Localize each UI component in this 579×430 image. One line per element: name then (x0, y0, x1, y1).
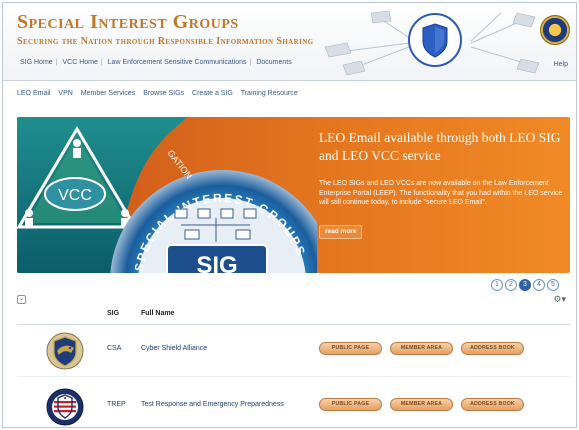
feature-banner: VCC SPECIAL INTEREST GROUPS GATION SIG (17, 117, 570, 273)
separator: | (249, 59, 252, 66)
cyber-shield-logo-icon (46, 332, 84, 370)
table-row: TREP Test Response and Emergency Prepare… (17, 381, 570, 427)
page-frame: Special Interest Groups Securing the Nat… (2, 2, 577, 428)
top-link-vcc-home[interactable]: VCC Home (59, 59, 100, 66)
nav-item-leo-email[interactable]: LEO Email (17, 90, 50, 97)
sig-full-name[interactable]: Cyber Shield Alliance (141, 345, 207, 352)
svg-text:VCC: VCC (58, 187, 92, 204)
pager-page-1[interactable]: 1 (491, 279, 503, 291)
fbi-seal-icon (540, 15, 570, 45)
gear-icon[interactable]: ⚙▾ (553, 294, 566, 305)
separator: | (55, 59, 58, 66)
nav-item-browse-sigs[interactable]: Browse SIGs (143, 90, 184, 97)
banner-body: The LEO SIGs and LEO VCCs are now availa… (319, 180, 563, 207)
svg-text:SIG: SIG (196, 252, 237, 273)
main-nav: LEO Email VPN Member Services Browse SIG… (17, 90, 304, 97)
row-divider (17, 376, 570, 377)
banner-title: LEO Email available through both LEO SIG… (319, 130, 561, 163)
public-page-button[interactable]: PUBLIC PAGE (319, 342, 382, 355)
sig-code: CSA (107, 345, 122, 352)
address-book-button[interactable]: ADDRESS BOOK (461, 398, 524, 411)
site-header: Special Interest Groups Securing the Nat… (3, 3, 576, 81)
nav-item-create-sig[interactable]: Create a SIG (192, 90, 233, 97)
separator: | (100, 59, 103, 66)
pager-page-2[interactable]: 2 (505, 279, 517, 291)
public-page-button[interactable]: PUBLIC PAGE (319, 398, 382, 411)
pager-page-4[interactable]: 4 (533, 279, 545, 291)
nav-item-member-services[interactable]: Member Services (81, 90, 135, 97)
nav-item-training-resource[interactable]: Training Resource (241, 90, 298, 97)
top-link-les-communications[interactable]: Law Enforcement Sensitive Communications (105, 59, 250, 66)
shield-logo-icon (408, 13, 462, 67)
banner-pager: 1 2 3 4 5 (491, 279, 559, 291)
nav-item-vpn[interactable]: VPN (58, 90, 72, 97)
member-area-button[interactable]: MEMBER AREA (390, 398, 453, 411)
chevron-down-icon[interactable]: ⌄ (17, 295, 26, 304)
sig-vcc-banner-art-icon: VCC SPECIAL INTEREST GROUPS GATION SIG (17, 117, 317, 273)
top-link-sig-home[interactable]: SIG Home (17, 59, 56, 66)
help-link[interactable]: Help (554, 61, 568, 68)
site-subtitle: Securing the Nation through Responsible … (17, 36, 314, 47)
table-row: CSA Cyber Shield Alliance PUBLIC PAGE ME… (17, 325, 570, 377)
pager-page-5[interactable]: 5 (547, 279, 559, 291)
trep-logo-icon (46, 388, 84, 426)
sig-full-name[interactable]: Test Response and Emergency Preparedness (141, 401, 284, 408)
pager-page-3[interactable]: 3 (519, 279, 531, 291)
address-book-button[interactable]: ADDRESS BOOK (461, 342, 524, 355)
sig-code: TREP (107, 401, 126, 408)
column-header-sig[interactable]: SIG (107, 310, 119, 317)
site-title: Special Interest Groups (17, 11, 239, 33)
top-links: SIG Home | VCC Home | Law Enforcement Sens… (17, 59, 295, 66)
column-header-full-name[interactable]: Full Name (141, 310, 174, 317)
member-area-button[interactable]: MEMBER AREA (390, 342, 453, 355)
read-more-button[interactable]: read more (319, 225, 363, 239)
svg-text:GATION: GATION (165, 148, 194, 181)
top-link-documents[interactable]: Documents (253, 59, 294, 66)
